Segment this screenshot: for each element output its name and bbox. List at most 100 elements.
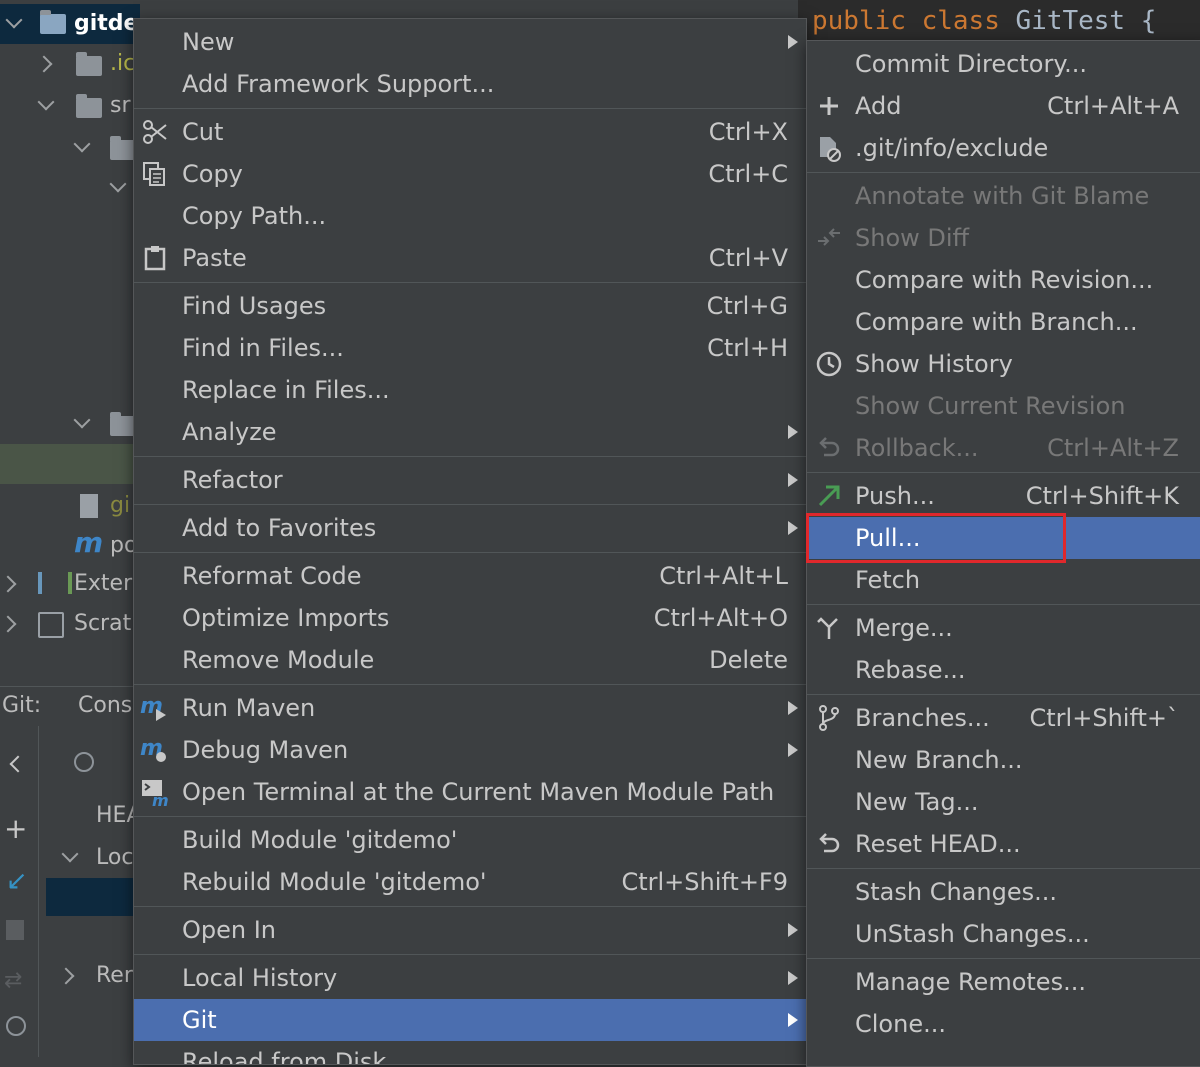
menu-item-show-current-revision[interactable]: Show Current Revision [807, 385, 1200, 427]
menu-separator [134, 552, 806, 553]
menu-item-rollback[interactable]: Rollback... Ctrl+Alt+Z [807, 427, 1200, 469]
menu-item-reset-head[interactable]: Reset HEAD... [807, 823, 1200, 865]
chevron-down-icon[interactable] [109, 175, 127, 193]
menu-item-manage-remotes[interactable]: Manage Remotes... [807, 961, 1200, 1003]
menu-item-label: Clone... [855, 1010, 946, 1038]
plus-icon[interactable]: + [4, 814, 27, 844]
menu-item-shortcut: Ctrl+Shift+` [1029, 704, 1179, 732]
tree-item-src[interactable]: sr [110, 86, 131, 126]
menu-item-git[interactable]: Git [134, 999, 806, 1041]
menu-item-shortcut: Ctrl+X [708, 118, 788, 146]
project-tree: gitde .ic sr gi m po Exter Scrat [0, 0, 140, 690]
menu-item-cut[interactable]: Cut Ctrl+X [134, 111, 806, 153]
selected-file-row[interactable] [0, 444, 140, 484]
menu-item-replace-in-files[interactable]: Replace in Files... [134, 369, 806, 411]
menu-item-git-info-exclude[interactable]: .git/info/exclude [807, 127, 1200, 169]
menu-item-merge[interactable]: Merge... [807, 607, 1200, 649]
menu-item-run-maven[interactable]: m Run Maven [134, 687, 806, 729]
search-icon[interactable] [6, 1016, 26, 1036]
menu-item-label: Compare with Branch... [855, 308, 1138, 336]
menu-separator [807, 694, 1200, 695]
menu-item-branches[interactable]: Branches... Ctrl+Shift+` [807, 697, 1200, 739]
menu-item-reformat-code[interactable]: Reformat Code Ctrl+Alt+L [134, 555, 806, 597]
menu-item-unstash-changes[interactable]: UnStash Changes... [807, 913, 1200, 955]
tree-item-scratches[interactable]: Scrat [74, 604, 131, 644]
menu-item-fetch[interactable]: Fetch [807, 559, 1200, 601]
menu-item-local-history[interactable]: Local History [134, 957, 806, 999]
menu-item-new[interactable]: New [134, 21, 806, 63]
plus-icon [814, 91, 844, 121]
menu-item-label: Git [182, 1006, 217, 1034]
keyword-public: public [812, 6, 906, 36]
menu-item-remove-module[interactable]: Remove Module Delete [134, 639, 806, 681]
menu-item-analyze[interactable]: Analyze [134, 411, 806, 453]
menu-item-rebase[interactable]: Rebase... [807, 649, 1200, 691]
menu-item-push[interactable]: Push... Ctrl+Shift+K [807, 475, 1200, 517]
menu-item-shortcut: Ctrl+Alt+O [653, 604, 788, 632]
chevron-right-icon[interactable] [0, 615, 17, 633]
git-selected-branch-row[interactable] [46, 878, 140, 916]
menu-item-label: .git/info/exclude [855, 134, 1049, 162]
search-icon[interactable] [74, 752, 94, 772]
menu-item-clone[interactable]: Clone... [807, 1003, 1200, 1045]
scissors-icon [140, 117, 170, 147]
gitignore-file-icon [80, 494, 98, 518]
tree-root-label[interactable]: gitde [74, 4, 138, 44]
menu-item-label: Paste [182, 244, 247, 272]
menu-item-open-terminal-at-the-current-maven-module-path[interactable]: m Open Terminal at the Current Maven Modu… [134, 771, 806, 813]
menu-item-new-branch[interactable]: New Branch... [807, 739, 1200, 781]
chevron-right-icon[interactable] [0, 575, 17, 593]
menu-item-build-module-gitdemo[interactable]: Build Module 'gitdemo' [134, 819, 806, 861]
submenu-arrow-icon [788, 35, 798, 49]
ignore-file-icon [814, 133, 844, 163]
menu-item-annotate-with-git-blame[interactable]: Annotate with Git Blame [807, 175, 1200, 217]
tree-item-external-libraries[interactable]: Exter [74, 564, 132, 604]
tree-item-idea[interactable]: .ic [110, 44, 135, 84]
chevron-down-icon[interactable] [61, 845, 79, 863]
menu-item-show-history[interactable]: Show History [807, 343, 1200, 385]
menu-item-paste[interactable]: Paste Ctrl+V [134, 237, 806, 279]
compare-icon[interactable]: ⇄ [4, 968, 22, 993]
menu-item-label: Build Module 'gitdemo' [182, 826, 458, 854]
submenu-arrow-icon [788, 521, 798, 535]
chevron-down-icon[interactable] [73, 411, 91, 429]
chevron-right-icon[interactable] [35, 55, 53, 73]
libraries-icon [38, 572, 72, 594]
chevron-right-icon[interactable] [57, 967, 75, 985]
menu-item-copy[interactable]: Copy Ctrl+C [134, 153, 806, 195]
menu-item-show-diff[interactable]: Show Diff [807, 217, 1200, 259]
menu-item-add-framework-support[interactable]: Add Framework Support... [134, 63, 806, 105]
menu-item-commit-directory[interactable]: Commit Directory... [807, 43, 1200, 85]
clock-icon [814, 349, 844, 379]
trash-icon[interactable] [6, 920, 24, 940]
chevron-down-icon[interactable] [73, 135, 91, 153]
menu-item-open-in[interactable]: Open In [134, 909, 806, 951]
git-remote-label[interactable]: Rer [96, 956, 133, 996]
menu-item-compare-with-revision[interactable]: Compare with Revision... [807, 259, 1200, 301]
menu-item-find-usages[interactable]: Find Usages Ctrl+G [134, 285, 806, 327]
menu-item-refactor[interactable]: Refactor [134, 459, 806, 501]
pull-highlight-box [806, 513, 1066, 563]
menu-item-debug-maven[interactable]: m Debug Maven [134, 729, 806, 771]
menu-separator [134, 954, 806, 955]
checkout-arrow-icon[interactable]: ↙ [6, 866, 28, 896]
menu-item-label: Stash Changes... [855, 878, 1057, 906]
git-local-label[interactable]: Loc [96, 838, 133, 878]
menu-item-reload-from-disk[interactable]: Reload from Disk [134, 1041, 806, 1064]
menu-item-new-tag[interactable]: New Tag... [807, 781, 1200, 823]
chevron-down-icon[interactable] [37, 93, 55, 111]
menu-item-stash-changes[interactable]: Stash Changes... [807, 871, 1200, 913]
menu-item-add-to-favorites[interactable]: Add to Favorites [134, 507, 806, 549]
submenu-arrow-icon [788, 743, 798, 757]
menu-item-find-in-files[interactable]: Find in Files... Ctrl+H [134, 327, 806, 369]
menu-item-label: Open In [182, 916, 277, 944]
submenu-arrow-icon [788, 473, 798, 487]
menu-item-compare-with-branch[interactable]: Compare with Branch... [807, 301, 1200, 343]
git-console-tab[interactable]: Cons [78, 686, 132, 726]
tree-item-gitignore[interactable]: gi [110, 486, 130, 526]
menu-item-optimize-imports[interactable]: Optimize Imports Ctrl+Alt+O [134, 597, 806, 639]
menu-item-add[interactable]: Add Ctrl+Alt+A [807, 85, 1200, 127]
menu-item-copy-path[interactable]: Copy Path... [134, 195, 806, 237]
menu-item-rebuild-module-gitdemo[interactable]: Rebuild Module 'gitdemo' Ctrl+Shift+F9 [134, 861, 806, 903]
menu-item-label: Manage Remotes... [855, 968, 1086, 996]
